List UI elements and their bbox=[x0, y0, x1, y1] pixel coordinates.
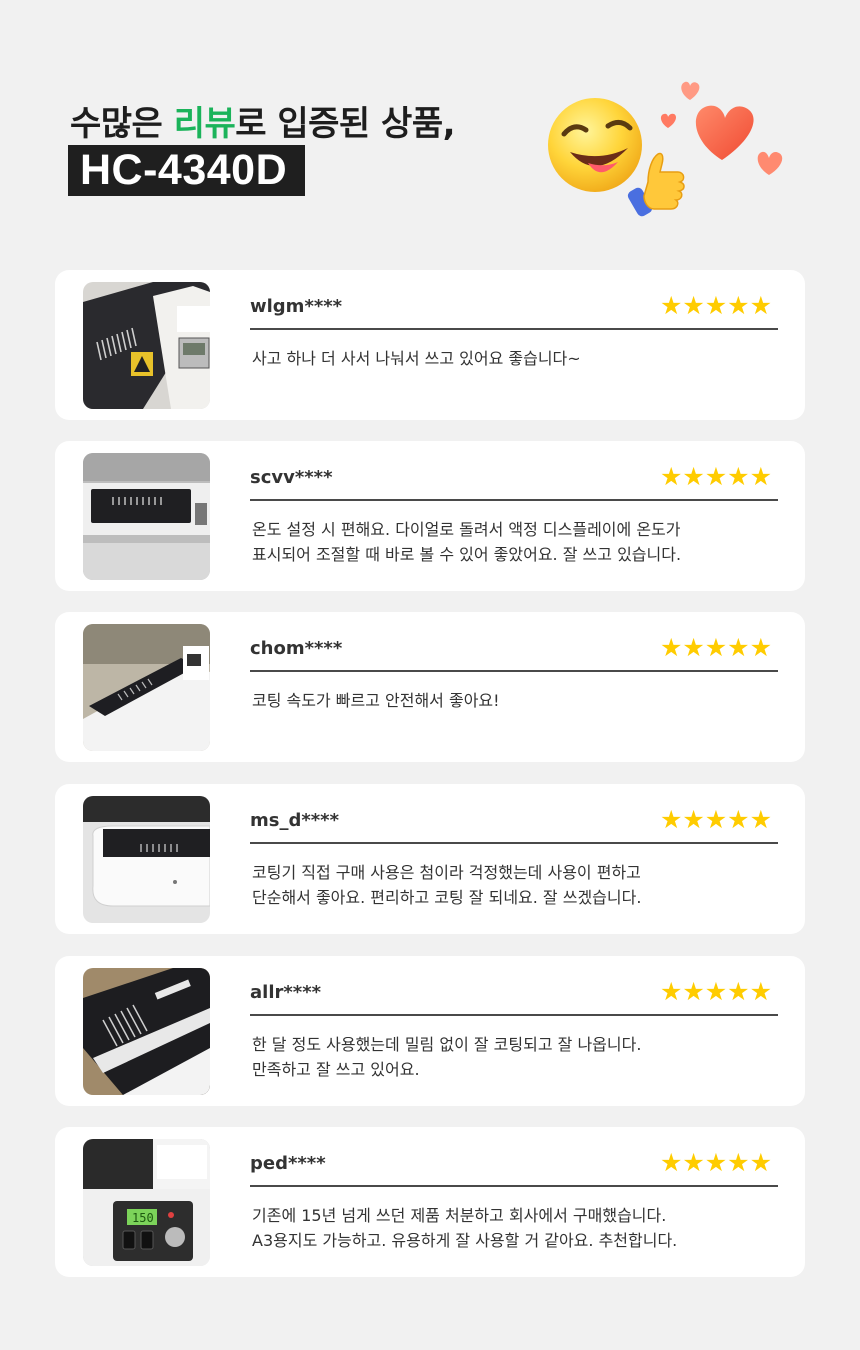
star-icon: ★★★★★ bbox=[659, 291, 772, 320]
star-rating: ★★★★★ bbox=[660, 634, 772, 662]
review-photo: 150 bbox=[83, 1139, 210, 1266]
divider bbox=[250, 842, 778, 844]
divider bbox=[250, 1185, 778, 1187]
reviewer-name: scvv**** bbox=[250, 467, 333, 488]
star-icon: ★★★★★ bbox=[659, 1148, 772, 1177]
model-badge: HC-4340D bbox=[68, 145, 306, 196]
review-photo bbox=[83, 624, 210, 751]
review-text: 기존에 15년 넘게 쓰던 제품 처분하고 회사에서 구매했습니다. A3용지도… bbox=[252, 1206, 678, 1250]
review-photo bbox=[83, 796, 210, 923]
star-icon: ★★★★★ bbox=[659, 977, 772, 1006]
title-highlight: 리뷰 bbox=[173, 104, 236, 144]
star-icon: ★★★★★ bbox=[659, 462, 772, 491]
star-rating: ★★★★★ bbox=[660, 978, 772, 1006]
divider bbox=[250, 1014, 778, 1016]
reviewer-name: chom**** bbox=[250, 638, 343, 659]
reviewer-name: ms_d**** bbox=[250, 810, 340, 831]
divider bbox=[250, 328, 778, 330]
divider bbox=[250, 670, 778, 672]
star-rating: ★★★★★ bbox=[660, 292, 772, 320]
review-text: 사고 하나 더 사서 나눠서 쓰고 있어요 좋습니다~ bbox=[252, 349, 581, 368]
reviewer-name: allr**** bbox=[250, 982, 322, 1003]
star-rating: ★★★★★ bbox=[660, 806, 772, 834]
review-text: 코팅기 직접 구매 사용은 첨이라 걱정했는데 사용이 편하고 단순해서 좋아요… bbox=[252, 863, 642, 907]
title-suffix: 로 입증된 상품, bbox=[235, 104, 456, 144]
review-card: ms_d**** ★★★★★ 코팅기 직접 구매 사용은 첨이라 걱정했는데 사… bbox=[55, 784, 805, 934]
review-photo bbox=[83, 282, 210, 409]
review-card: scvv**** ★★★★★ 온도 설정 시 편해요. 다이얼로 돌려서 액정 … bbox=[55, 441, 805, 591]
page-title: 수많은 리뷰로 입증된 상품, bbox=[70, 96, 456, 145]
review-card: wlgm**** ★★★★★ 사고 하나 더 사서 나눠서 쓰고 있어요 좋습니… bbox=[55, 270, 805, 420]
reviewer-name: wlgm**** bbox=[250, 296, 343, 317]
review-text: 코팅 속도가 빠르고 안전해서 좋아요! bbox=[252, 691, 500, 710]
heart-icon bbox=[757, 151, 783, 175]
star-rating: ★★★★★ bbox=[660, 463, 772, 491]
temperature-readout: 150 bbox=[132, 1211, 154, 1225]
title-prefix: 수많은 bbox=[70, 104, 174, 144]
heart-icon bbox=[681, 81, 700, 100]
winking-tongue-emoji-icon bbox=[548, 98, 642, 192]
review-photo bbox=[83, 968, 210, 1095]
reviewer-name: ped**** bbox=[250, 1153, 326, 1174]
heart-icon bbox=[695, 105, 754, 160]
divider bbox=[250, 499, 778, 501]
star-rating: ★★★★★ bbox=[660, 1149, 772, 1177]
review-card: allr**** ★★★★★ 한 달 정도 사용했는데 밀림 없이 잘 코팅되고… bbox=[55, 956, 805, 1106]
review-text: 한 달 정도 사용했는데 밀림 없이 잘 코팅되고 잘 나옵니다. 만족하고 잘… bbox=[252, 1035, 642, 1079]
heart-icon bbox=[660, 113, 676, 128]
review-card: 150 ped**** ★★★★★ 기존에 15년 넘게 쓰던 제품 처분하고 … bbox=[55, 1127, 805, 1277]
review-card: chom**** ★★★★★ 코팅 속도가 빠르고 안전해서 좋아요! bbox=[55, 612, 805, 762]
review-text: 온도 설정 시 편해요. 다이얼로 돌려서 액정 디스플레이에 온도가 표시되어… bbox=[252, 520, 682, 564]
star-icon: ★★★★★ bbox=[659, 633, 772, 662]
review-photo bbox=[83, 453, 210, 580]
star-icon: ★★★★★ bbox=[659, 805, 772, 834]
decoration-illustration bbox=[548, 81, 783, 217]
